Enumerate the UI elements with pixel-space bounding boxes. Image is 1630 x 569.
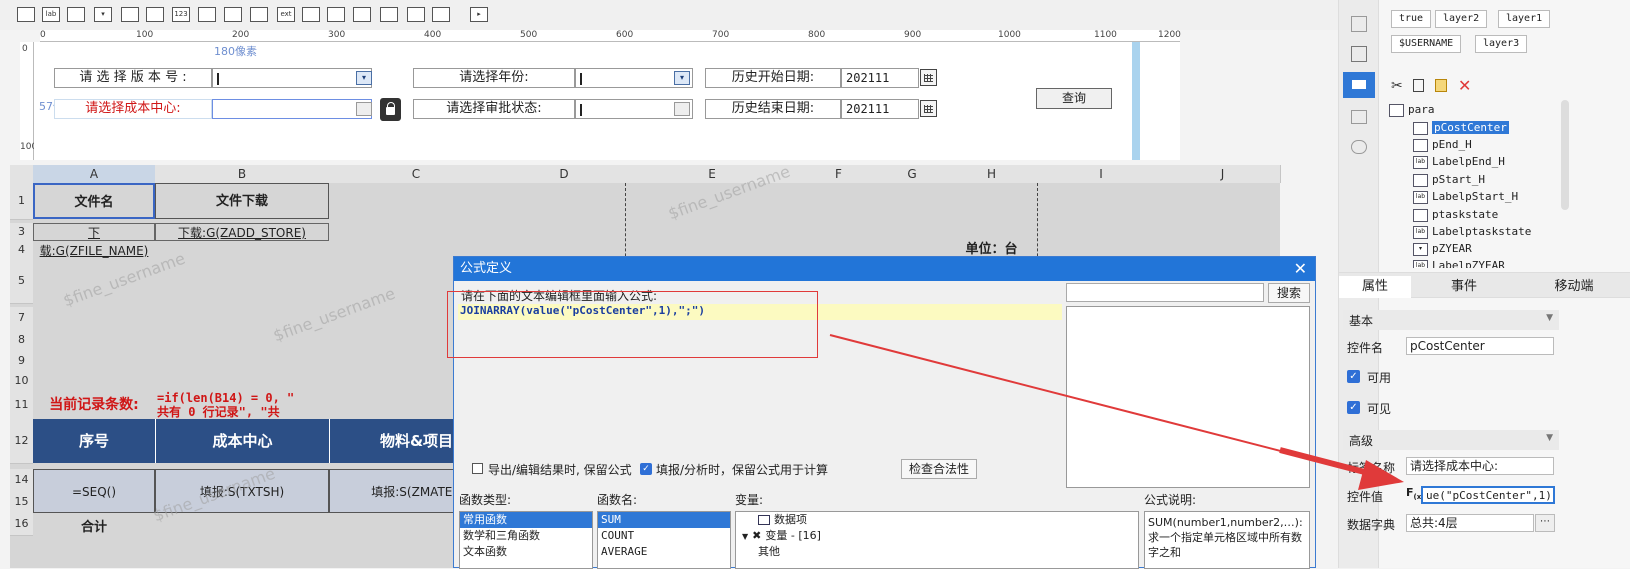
annotation-arrow xyxy=(829,334,1404,490)
arrow-head xyxy=(1358,460,1404,490)
